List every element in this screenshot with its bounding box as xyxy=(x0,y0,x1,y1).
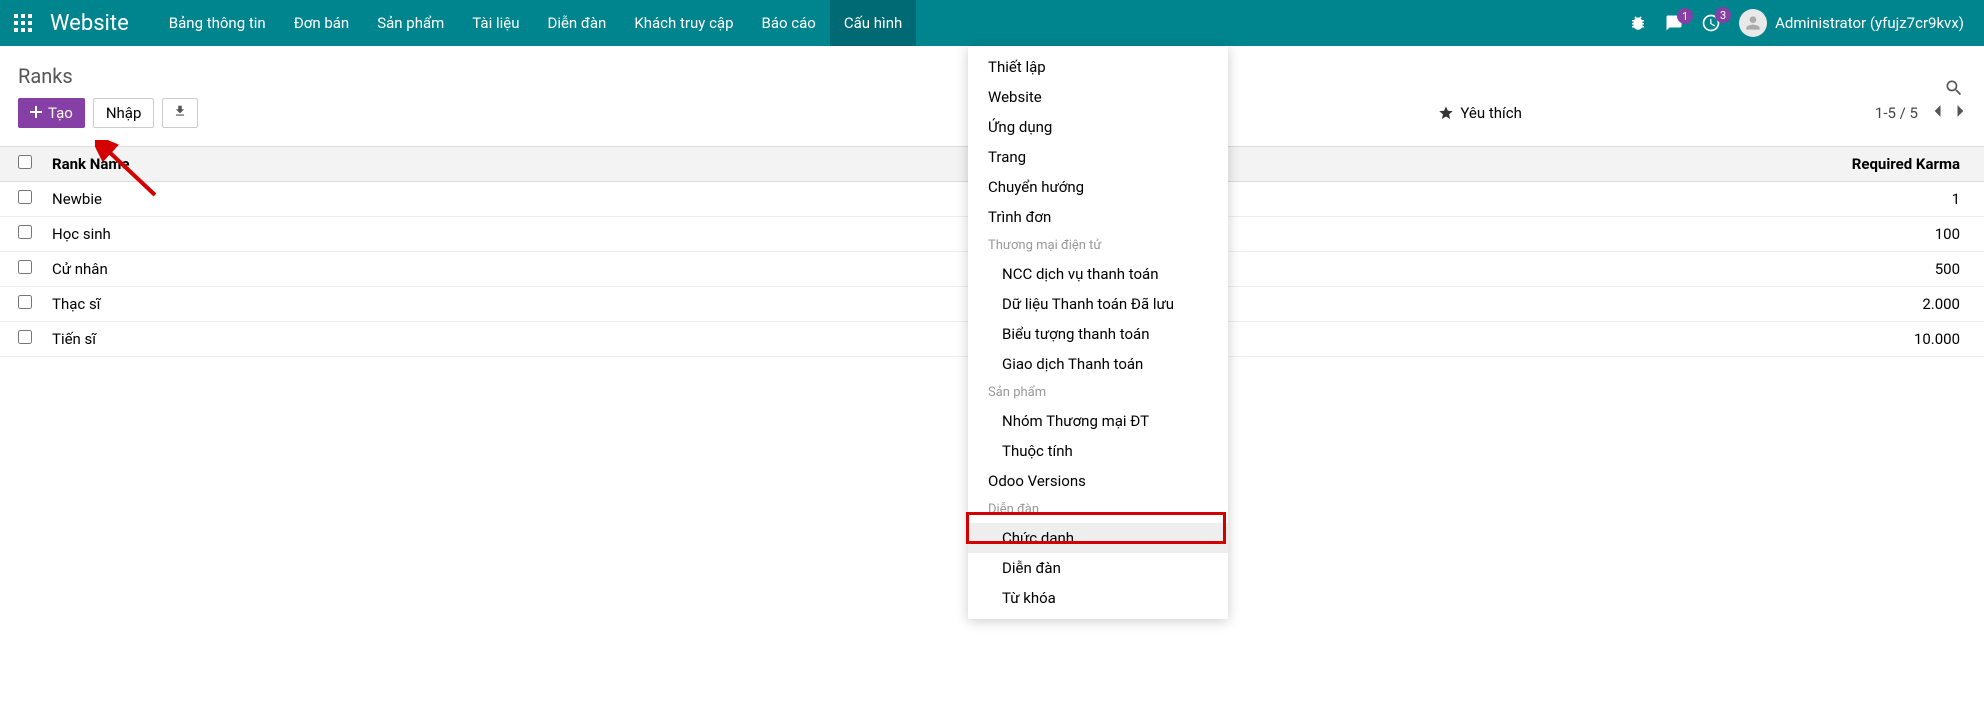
menu-cau-hinh[interactable]: Cấu hình xyxy=(830,0,916,46)
user-name: Administrator (yfujz7cr9kvx) xyxy=(1775,14,1964,32)
user-menu[interactable]: Administrator (yfujz7cr9kvx) xyxy=(1739,9,1964,37)
row-checkbox[interactable] xyxy=(18,295,32,309)
download-icon xyxy=(173,104,187,118)
download-button[interactable] xyxy=(162,98,198,128)
chat-badge: 1 xyxy=(1677,8,1693,24)
top-navbar: Website Bảng thông tin Đơn bán Sản phẩm … xyxy=(0,0,1984,46)
menu-don-ban[interactable]: Đơn bán xyxy=(280,0,364,46)
dropdown-item[interactable]: Diễn đàn xyxy=(968,553,1228,583)
menu-san-pham[interactable]: Sản phẩm xyxy=(363,0,458,46)
create-label: Tạo xyxy=(48,104,73,122)
main-menu: Bảng thông tin Đơn bán Sản phẩm Tài liệu… xyxy=(155,0,917,46)
menu-tai-lieu[interactable]: Tài liệu xyxy=(458,0,533,46)
dropdown-item[interactable]: Odoo Versions xyxy=(968,466,1228,496)
cell-rank-name: Thạc sĩ xyxy=(42,287,832,322)
dropdown-item[interactable]: NCC dịch vụ thanh toán xyxy=(968,259,1228,289)
favorites-menu[interactable]: Yêu thích xyxy=(1438,104,1521,122)
dropdown-item[interactable]: Thuộc tính xyxy=(968,436,1228,466)
app-title[interactable]: Website xyxy=(46,11,155,36)
menu-khach-truy-cap[interactable]: Khách truy cập xyxy=(620,0,747,46)
dropdown-item[interactable]: Trình đơn xyxy=(968,202,1228,232)
bug-icon[interactable] xyxy=(1629,14,1647,32)
cell-rank-name: Newbie xyxy=(42,182,832,217)
activity-badge: 3 xyxy=(1715,7,1731,23)
create-button[interactable]: Tạo xyxy=(18,98,85,128)
activity-icon[interactable]: 3 xyxy=(1701,13,1721,33)
col-rank-name[interactable]: Rank Name xyxy=(42,147,832,182)
dropdown-item[interactable]: Thiết lập xyxy=(968,52,1228,82)
highlight-annotation xyxy=(966,512,1226,544)
pager-text: 1-5 / 5 xyxy=(1875,104,1918,122)
dropdown-item[interactable]: Từ khóa xyxy=(968,583,1228,613)
row-checkbox[interactable] xyxy=(18,225,32,239)
star-icon xyxy=(1438,105,1454,121)
menu-dien-dan[interactable]: Diễn đàn xyxy=(533,0,620,46)
dropdown-item[interactable]: Website xyxy=(968,82,1228,112)
cell-rank-name: Học sinh xyxy=(42,217,832,252)
row-checkbox[interactable] xyxy=(18,260,32,274)
config-dropdown: Thiết lậpWebsiteỨng dụngTrangChuyển hướn… xyxy=(968,46,1228,619)
menu-bang-thong-tin[interactable]: Bảng thông tin xyxy=(155,0,280,46)
dropdown-item[interactable]: Chuyển hướng xyxy=(968,172,1228,202)
dropdown-item[interactable]: Trang xyxy=(968,142,1228,172)
menu-bao-cao[interactable]: Báo cáo xyxy=(748,0,830,46)
dropdown-item[interactable]: Biểu tượng thanh toán xyxy=(968,319,1228,349)
chat-icon[interactable]: 1 xyxy=(1665,14,1683,32)
dropdown-item[interactable]: Giao dịch Thanh toán xyxy=(968,349,1228,379)
cell-rank-name: Cử nhân xyxy=(42,252,832,287)
row-checkbox[interactable] xyxy=(18,190,32,204)
dropdown-item[interactable]: Nhóm Thương mại ĐT xyxy=(968,406,1228,436)
pager: 1-5 / 5 xyxy=(1875,104,1966,122)
search-icon[interactable] xyxy=(1944,78,1964,102)
pager-next[interactable] xyxy=(1956,104,1966,122)
dropdown-item[interactable]: Dữ liệu Thanh toán Đã lưu xyxy=(968,289,1228,319)
avatar xyxy=(1739,9,1767,37)
cell-rank-name: Tiến sĩ xyxy=(42,322,832,357)
dropdown-section-header: Thương mại điện tử xyxy=(968,232,1228,259)
pager-prev[interactable] xyxy=(1932,104,1942,122)
select-all-checkbox[interactable] xyxy=(18,155,32,169)
plus-icon xyxy=(30,104,42,122)
apps-icon[interactable] xyxy=(0,14,46,32)
dropdown-section-header: Sản phẩm xyxy=(968,379,1228,406)
favorites-label: Yêu thích xyxy=(1460,104,1521,122)
dropdown-item[interactable]: Ứng dụng xyxy=(968,112,1228,142)
row-checkbox[interactable] xyxy=(18,330,32,344)
import-button[interactable]: Nhập xyxy=(93,98,155,128)
